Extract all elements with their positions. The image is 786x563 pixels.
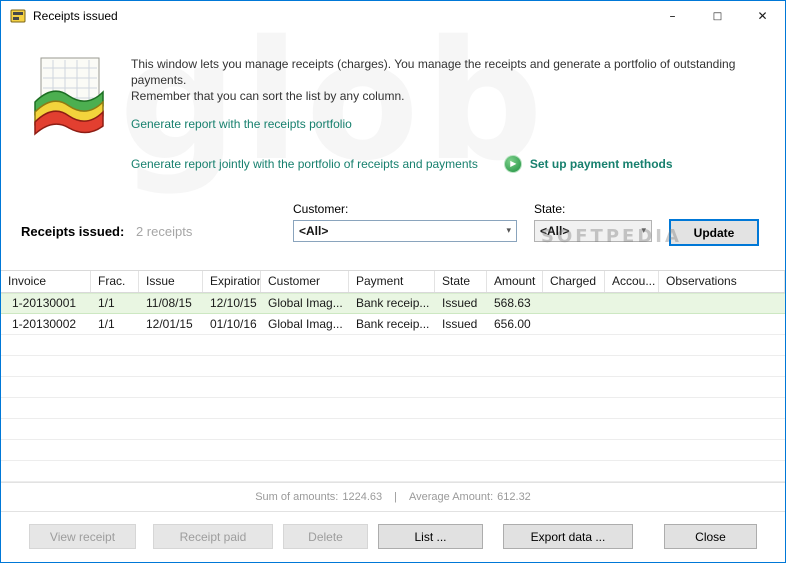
state-filter-group: State: <All> ▾ bbox=[534, 202, 652, 242]
column-header[interactable]: Amount bbox=[487, 271, 543, 292]
table-cell: Bank receip... bbox=[356, 317, 430, 331]
close-dialog-button[interactable]: Close bbox=[664, 524, 757, 549]
receipt-paid-button[interactable]: Receipt paid bbox=[153, 524, 273, 549]
table-cell bbox=[543, 293, 605, 313]
column-header[interactable]: Expiration bbox=[203, 271, 261, 292]
intro-text: This window lets you manage receipts (ch… bbox=[131, 56, 755, 196]
receipts-table: Invoice Frac. Issue Expiration Customer Payme… bbox=[1, 270, 785, 482]
intro-line2: Remember that you can sort the list by a… bbox=[131, 89, 405, 103]
state-dropdown-value: <All> bbox=[540, 224, 570, 238]
table-cell: Issued bbox=[442, 317, 478, 331]
table-row[interactable]: 1-20130001 1/1 11/08/15 12/10/15 Global Imag… bbox=[1, 293, 785, 314]
status-bar: Sum of amounts: 1224.63 | Average Amount:… bbox=[1, 482, 785, 512]
customer-dropdown[interactable]: <All> ▾ bbox=[293, 220, 517, 242]
table-row[interactable]: 1-20130002 1/1 12/01/15 01/10/16 Global Imag… bbox=[1, 314, 785, 335]
window-title: Receipts issued bbox=[33, 9, 118, 23]
customer-filter-group: Customer: <All> ▾ bbox=[293, 202, 517, 242]
receipts-summary: Receipts issued: 2 receipts bbox=[21, 224, 192, 239]
chevron-down-icon: ▾ bbox=[506, 226, 511, 236]
sum-value: 1224.63 bbox=[342, 491, 383, 503]
column-header[interactable]: Customer bbox=[261, 271, 349, 292]
column-header[interactable]: Issue bbox=[139, 271, 203, 292]
generate-report-link[interactable]: Generate report with the receipts portfo… bbox=[131, 117, 352, 131]
intro-line1: This window lets you manage receipts (ch… bbox=[131, 57, 736, 87]
titlebar: Receipts issued – □ ✕ bbox=[1, 1, 785, 31]
column-header[interactable]: State bbox=[435, 271, 487, 292]
receipts-chart-icon bbox=[31, 56, 109, 196]
window-controls: – □ ✕ bbox=[650, 1, 785, 31]
status-separator: | bbox=[394, 491, 397, 503]
empty-row bbox=[1, 461, 785, 482]
table-cell bbox=[659, 314, 785, 334]
empty-row bbox=[1, 377, 785, 398]
empty-row bbox=[1, 398, 785, 419]
app-icon bbox=[10, 8, 26, 24]
intro-section: This window lets you manage receipts (ch… bbox=[1, 31, 785, 196]
table-cell: 568.63 bbox=[494, 296, 531, 310]
intro-link-row: Generate report jointly with the portfol… bbox=[131, 155, 755, 173]
column-header[interactable]: Accou... bbox=[605, 271, 659, 292]
table-cell: 1/1 bbox=[98, 317, 115, 331]
column-header[interactable]: Invoice bbox=[1, 271, 91, 292]
minimize-icon: – bbox=[669, 9, 676, 23]
column-header[interactable]: Charged bbox=[543, 271, 605, 292]
table-cell: 1-20130002 bbox=[12, 317, 77, 331]
maximize-icon: □ bbox=[712, 10, 723, 22]
maximize-button[interactable]: □ bbox=[695, 1, 740, 31]
update-button[interactable]: Update bbox=[669, 219, 759, 246]
avg-label: Average Amount: bbox=[408, 491, 494, 503]
table-cell: 12/10/15 bbox=[210, 296, 257, 310]
table-cell bbox=[659, 293, 785, 313]
table-cell bbox=[605, 293, 659, 313]
empty-row bbox=[1, 440, 785, 461]
close-icon: ✕ bbox=[757, 9, 768, 23]
intro-description: This window lets you manage receipts (ch… bbox=[131, 56, 755, 104]
empty-row bbox=[1, 356, 785, 377]
receipts-count: 2 receipts bbox=[135, 224, 193, 239]
setup-payment-methods-link[interactable]: Set up payment methods bbox=[530, 157, 673, 171]
delete-button[interactable]: Delete bbox=[283, 524, 368, 549]
play-glyph: ▶ bbox=[510, 159, 517, 168]
column-header[interactable]: Observations bbox=[659, 271, 785, 292]
empty-row bbox=[1, 419, 785, 440]
customer-label: Customer: bbox=[293, 202, 349, 216]
close-button[interactable]: ✕ bbox=[740, 1, 785, 31]
table-cell bbox=[605, 314, 659, 334]
table-cell: 12/01/15 bbox=[146, 317, 193, 331]
avg-value: 612.32 bbox=[497, 491, 531, 503]
sum-label: Sum of amounts: bbox=[255, 491, 339, 503]
minimize-button[interactable]: – bbox=[650, 1, 695, 31]
table-cell: 656.00 bbox=[494, 317, 531, 331]
empty-row bbox=[1, 335, 785, 356]
table-cell bbox=[543, 314, 605, 334]
table-cell: Bank receip... bbox=[356, 296, 430, 310]
receipts-issued-label: Receipts issued: bbox=[21, 224, 125, 239]
button-row: View receipt Receipt paid Delete List ..… bbox=[1, 512, 785, 549]
view-receipt-button[interactable]: View receipt bbox=[29, 524, 136, 549]
list-button[interactable]: List ... bbox=[378, 524, 483, 549]
generate-joint-report-link[interactable]: Generate report jointly with the portfol… bbox=[131, 157, 478, 171]
column-header[interactable]: Frac. bbox=[91, 271, 139, 292]
filter-row: Receipts issued: 2 receipts Customer: <A… bbox=[1, 196, 785, 266]
chevron-down-icon: ▾ bbox=[641, 226, 646, 236]
table-body: 1-20130001 1/1 11/08/15 12/10/15 Global Imag… bbox=[1, 293, 785, 482]
table-cell: 1-20130001 bbox=[12, 296, 77, 310]
receipts-issued-window: Receipts issued – □ ✕ glob bbox=[0, 0, 786, 563]
table-cell: 1/1 bbox=[98, 296, 115, 310]
state-dropdown[interactable]: <All> ▾ bbox=[534, 220, 652, 242]
state-label: State: bbox=[534, 202, 566, 216]
play-icon: ▶ bbox=[503, 155, 522, 173]
table-cell: 01/10/16 bbox=[210, 317, 257, 331]
export-data-button[interactable]: Export data ... bbox=[503, 524, 633, 549]
table-cell: 11/08/15 bbox=[146, 296, 192, 310]
table-cell: Global Imag... bbox=[268, 317, 343, 331]
table-header-row: Invoice Frac. Issue Expiration Customer Payme… bbox=[1, 271, 785, 293]
table-cell: Issued bbox=[442, 296, 478, 310]
table-cell: Global Imag... bbox=[268, 296, 343, 310]
column-header[interactable]: Payment bbox=[349, 271, 435, 292]
customer-dropdown-value: <All> bbox=[299, 224, 329, 238]
